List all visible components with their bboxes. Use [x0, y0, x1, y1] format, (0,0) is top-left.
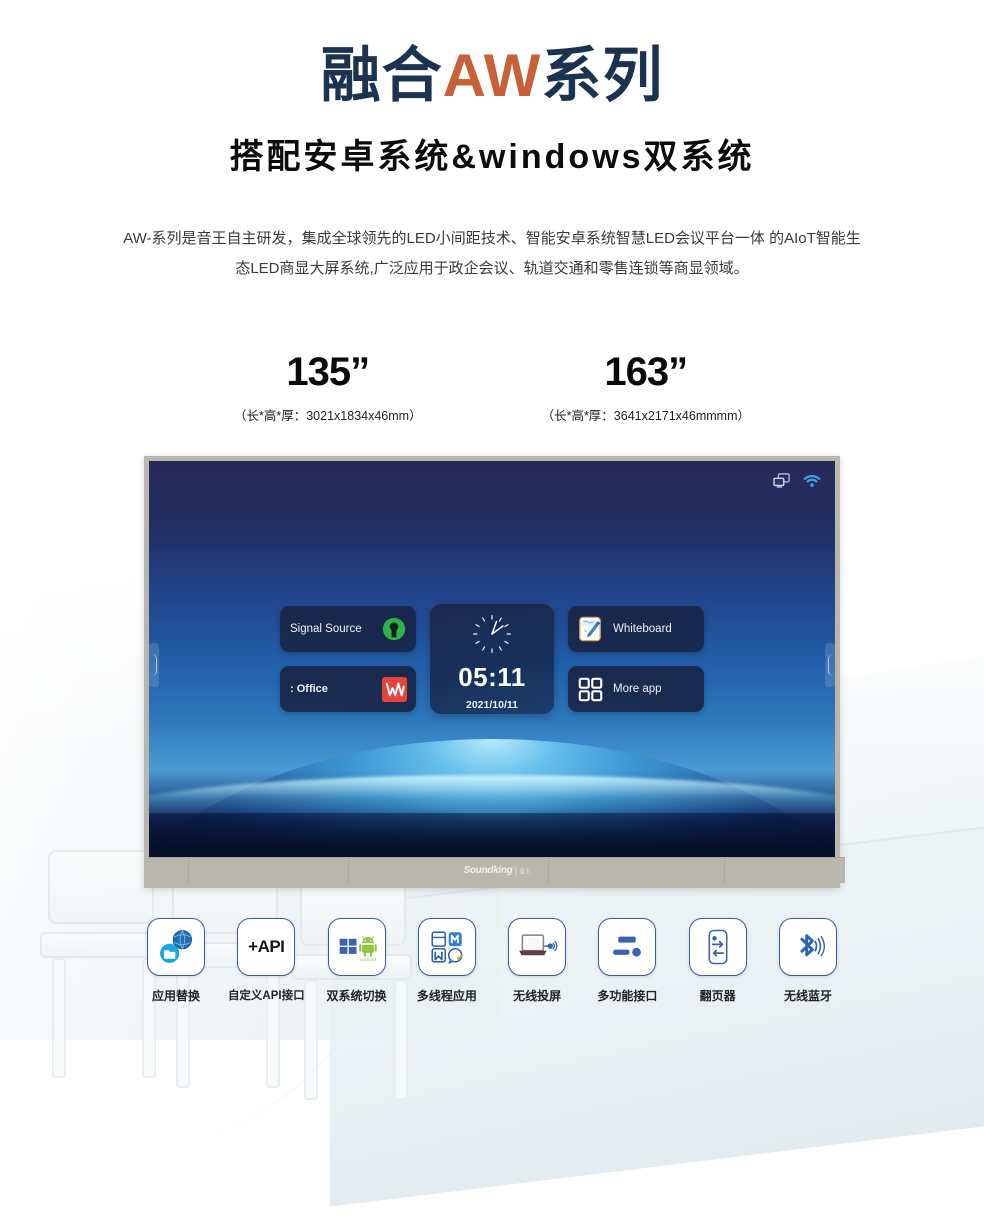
clock-time: 05:11 — [458, 662, 526, 692]
bezel-segment — [549, 857, 725, 884]
feature-label: 翻页器 — [699, 989, 736, 1003]
svg-text:android: android — [360, 957, 376, 963]
bezel-segment — [725, 858, 845, 884]
multithread-apps-icon — [417, 918, 476, 976]
tile-more-app[interactable]: More app — [568, 666, 704, 712]
feature-list: 应用替换 +API 自定义API接口 android 双系统切换 多线程应用 无… — [137, 918, 847, 1004]
display-panel: Signal Source : Office 05:11 2021/10/11 … — [144, 456, 845, 888]
brand-name: Soundking — [463, 865, 513, 876]
tile-label: Whiteboard — [613, 623, 672, 635]
bezel-segment — [189, 857, 349, 884]
feature-label: 应用替换 — [151, 989, 200, 1003]
feature-bluetooth[interactable]: 无线蓝牙 — [769, 918, 847, 1004]
bluetooth-icon — [778, 918, 837, 976]
clock-widget: 05:11 2021/10/11 — [430, 604, 554, 714]
feature-multi-port[interactable]: 多功能接口 — [588, 918, 666, 1004]
feature-label: 自定义API接口 — [227, 990, 305, 1002]
brand-name-cn: 音王 — [515, 866, 530, 875]
page-title-part1: 融合 — [320, 42, 443, 109]
device-mockup: Signal Source : Office 05:11 2021/10/11 … — [144, 456, 845, 888]
clock-date: 2021/10/11 — [466, 699, 518, 711]
feature-custom-api[interactable]: +API 自定义API接口 — [227, 918, 305, 1004]
tile-signal-source[interactable]: Signal Source — [280, 606, 416, 652]
tile-whiteboard[interactable]: Whiteboard — [568, 606, 704, 652]
feature-page-turner[interactable]: 翻页器 — [679, 918, 757, 1004]
product-page: 融合AW系列 搭配安卓系统&windows双系统 AW-系列是音王自主研发，集成… — [0, 0, 984, 1219]
wireless-cast-icon — [508, 918, 567, 976]
page-turner-icon — [688, 918, 747, 976]
hero-section: 融合AW系列 搭配安卓系统&windows双系统 AW-系列是音王自主研发，集成… — [0, 0, 984, 284]
size-inches: 163” — [604, 350, 688, 394]
feature-multithread-apps[interactable]: 多线程应用 — [408, 918, 486, 1004]
dual-system-icon: android — [327, 918, 386, 976]
signal-source-icon — [380, 615, 408, 643]
whiteboard-icon — [576, 615, 604, 643]
feature-label: 多线程应用 — [416, 989, 477, 1003]
size-options: 135” （长*高*厚：3021x1834x46mm） 163” （长*高*厚：… — [0, 350, 984, 424]
brand-logo: Soundking 音王 — [464, 865, 531, 876]
product-description: AW-系列是音王自主研发，集成全球领先的LED小间距技术、智能安卓系统智慧LED… — [122, 224, 862, 284]
wps-office-icon — [380, 675, 408, 703]
multi-port-icon — [598, 918, 657, 976]
size-dimensions: （长*高*厚：3641x2171x46mmmm） — [541, 409, 750, 423]
page-title-part2: 系列 — [541, 42, 664, 109]
page-title: 融合AW系列 — [0, 44, 984, 107]
tile-label: : Office — [290, 683, 328, 695]
size-option-163: 163” （长*高*厚：3641x2171x46mmmm） — [542, 350, 750, 424]
screen-content: Signal Source : Office 05:11 2021/10/11 … — [149, 461, 835, 857]
tile-label: Signal Source — [290, 623, 362, 635]
api-icon: +API — [237, 918, 296, 976]
size-option-135: 135” （长*高*厚：3021x1834x46mm） — [234, 350, 422, 424]
feature-label: 无线投屏 — [513, 989, 562, 1003]
description-line-1: AW-系列是音王自主研发，集成全球领先的LED小间距技术、智能安卓系统智慧LED… — [123, 230, 765, 247]
feature-app-replace[interactable]: 应用替换 — [137, 918, 215, 1004]
bezel-segment — [149, 857, 189, 884]
feature-wireless-cast[interactable]: 无线投屏 — [498, 918, 576, 1004]
size-dimensions: （长*高*厚：3021x1834x46mm） — [234, 409, 422, 423]
feature-label: 多功能接口 — [597, 989, 658, 1003]
feature-label: 无线蓝牙 — [783, 989, 832, 1003]
tile-office[interactable]: : Office — [280, 666, 416, 712]
device-bezel: Soundking 音王 — [149, 857, 845, 884]
feature-label: 双系统切换 — [326, 989, 387, 1003]
page-subtitle: 搭配安卓系统&windows双系统 — [229, 138, 755, 176]
api-text: +API — [248, 937, 285, 956]
page-title-aw: AW — [442, 42, 542, 109]
analog-clock-icon — [471, 613, 513, 655]
grid-apps-icon — [576, 675, 604, 703]
app-replace-icon — [147, 918, 205, 976]
feature-dual-system[interactable]: android 双系统切换 — [318, 918, 396, 1004]
size-inches: 135” — [286, 350, 370, 394]
home-screen: Signal Source : Office 05:11 2021/10/11 … — [149, 461, 835, 857]
tile-label: More app — [613, 683, 662, 695]
